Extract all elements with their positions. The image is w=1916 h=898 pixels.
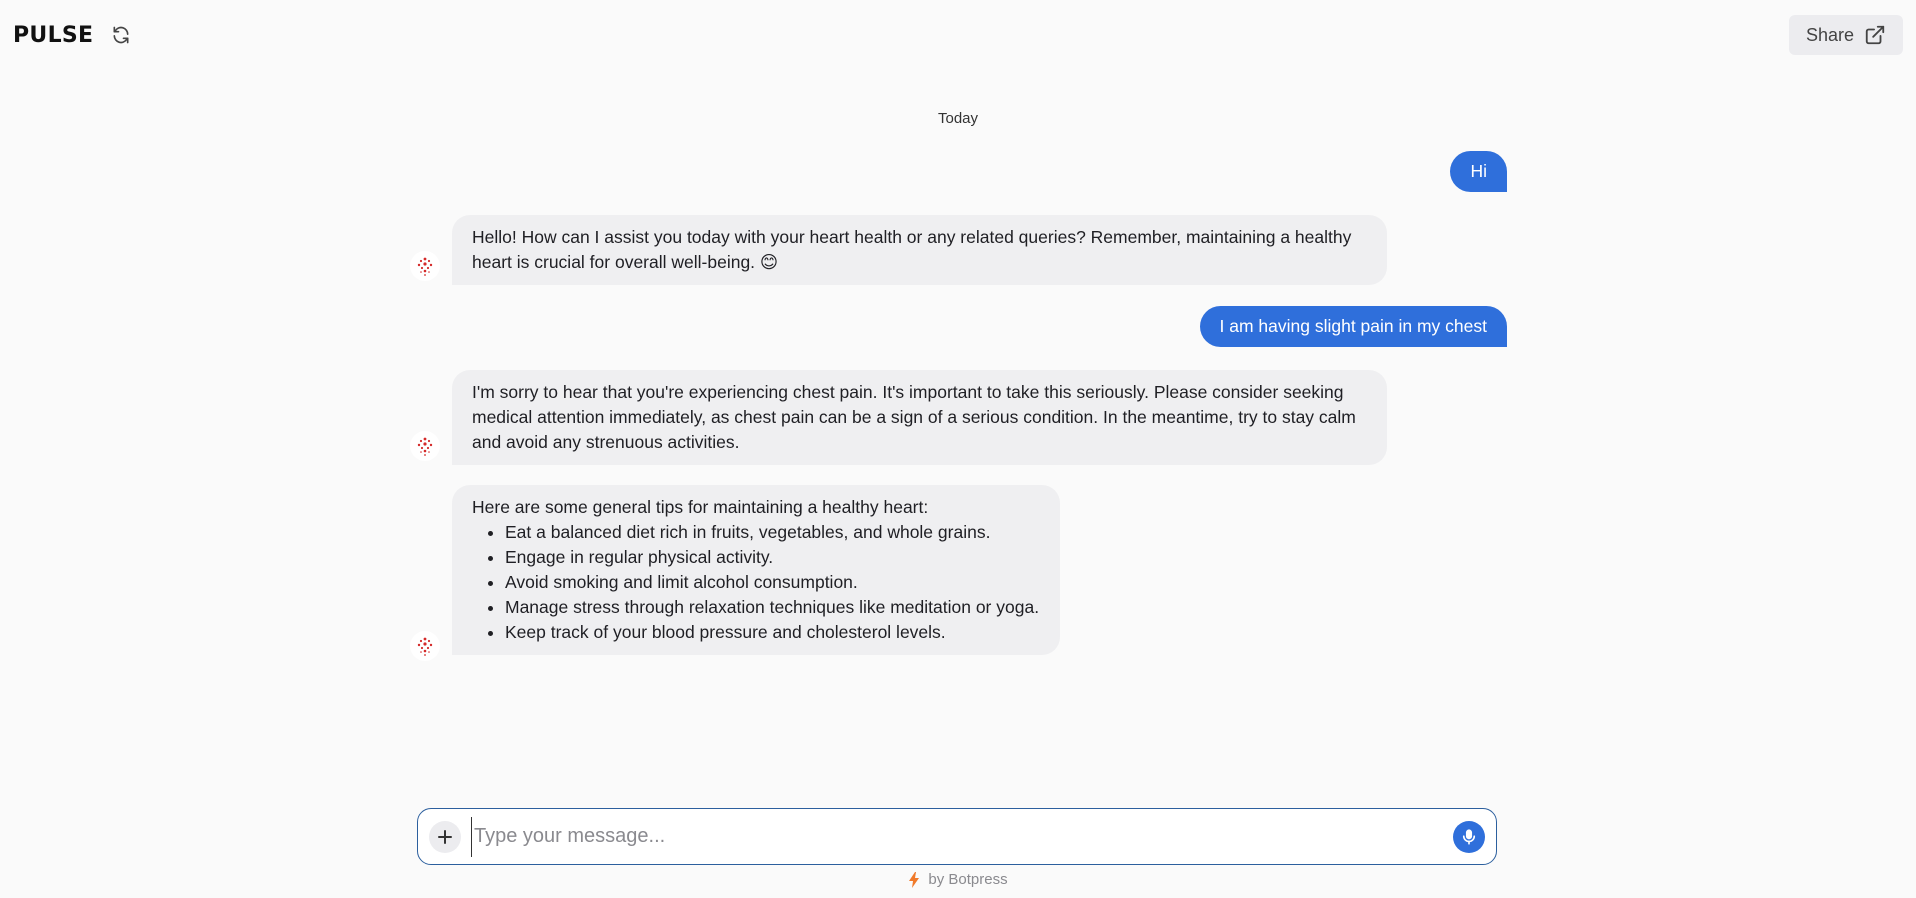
- list-item: Eat a balanced diet rich in fruits, vege…: [505, 520, 1040, 545]
- bot-message: I'm sorry to hear that you're experienci…: [452, 370, 1387, 465]
- heart-logo-icon: [417, 257, 433, 276]
- attach-button[interactable]: [429, 820, 461, 853]
- refresh-icon: [113, 26, 129, 44]
- microphone-button[interactable]: [1453, 820, 1485, 853]
- microphone-icon: [1462, 828, 1476, 845]
- bot-avatar: [410, 431, 440, 461]
- share-label: Share: [1805, 24, 1854, 45]
- refresh-button[interactable]: [107, 21, 135, 49]
- share-button[interactable]: Share: [1788, 15, 1903, 55]
- powered-by[interactable]: by Botpress: [0, 871, 1916, 888]
- day-separator: Today: [937, 110, 979, 127]
- app-header: PULSE Share: [0, 0, 1916, 70]
- tips-list: Eat a balanced diet rich in fruits, vege…: [472, 520, 1040, 645]
- tips-intro: Here are some general tips for maintaini…: [472, 497, 929, 517]
- external-link-icon: [1865, 25, 1885, 45]
- lightning-icon: [909, 871, 920, 888]
- list-item: Manage stress through relaxation techniq…: [505, 595, 1040, 620]
- list-item: Keep track of your blood pressure and ch…: [505, 620, 1040, 645]
- bot-avatar: [410, 251, 440, 281]
- list-item: Avoid smoking and limit alcohol consumpt…: [505, 570, 1040, 595]
- brand: PULSE: [13, 21, 135, 49]
- user-message: I am having slight pain in my chest: [1199, 306, 1507, 347]
- heart-logo-icon: [417, 637, 433, 656]
- user-message: Hi: [1450, 151, 1507, 192]
- bot-message-tips: Here are some general tips for maintaini…: [452, 485, 1060, 655]
- heart-logo-icon: [417, 437, 433, 456]
- bot-avatar: [410, 631, 440, 661]
- list-item: Engage in regular physical activity.: [505, 545, 1040, 570]
- bot-message: Hello! How can I assist you today with y…: [452, 215, 1387, 285]
- app-title: PULSE: [13, 22, 94, 48]
- message-composer: [417, 808, 1497, 865]
- message-input[interactable]: [471, 816, 1453, 857]
- plus-icon: [438, 829, 452, 844]
- powered-by-label: by Botpress: [928, 871, 1008, 888]
